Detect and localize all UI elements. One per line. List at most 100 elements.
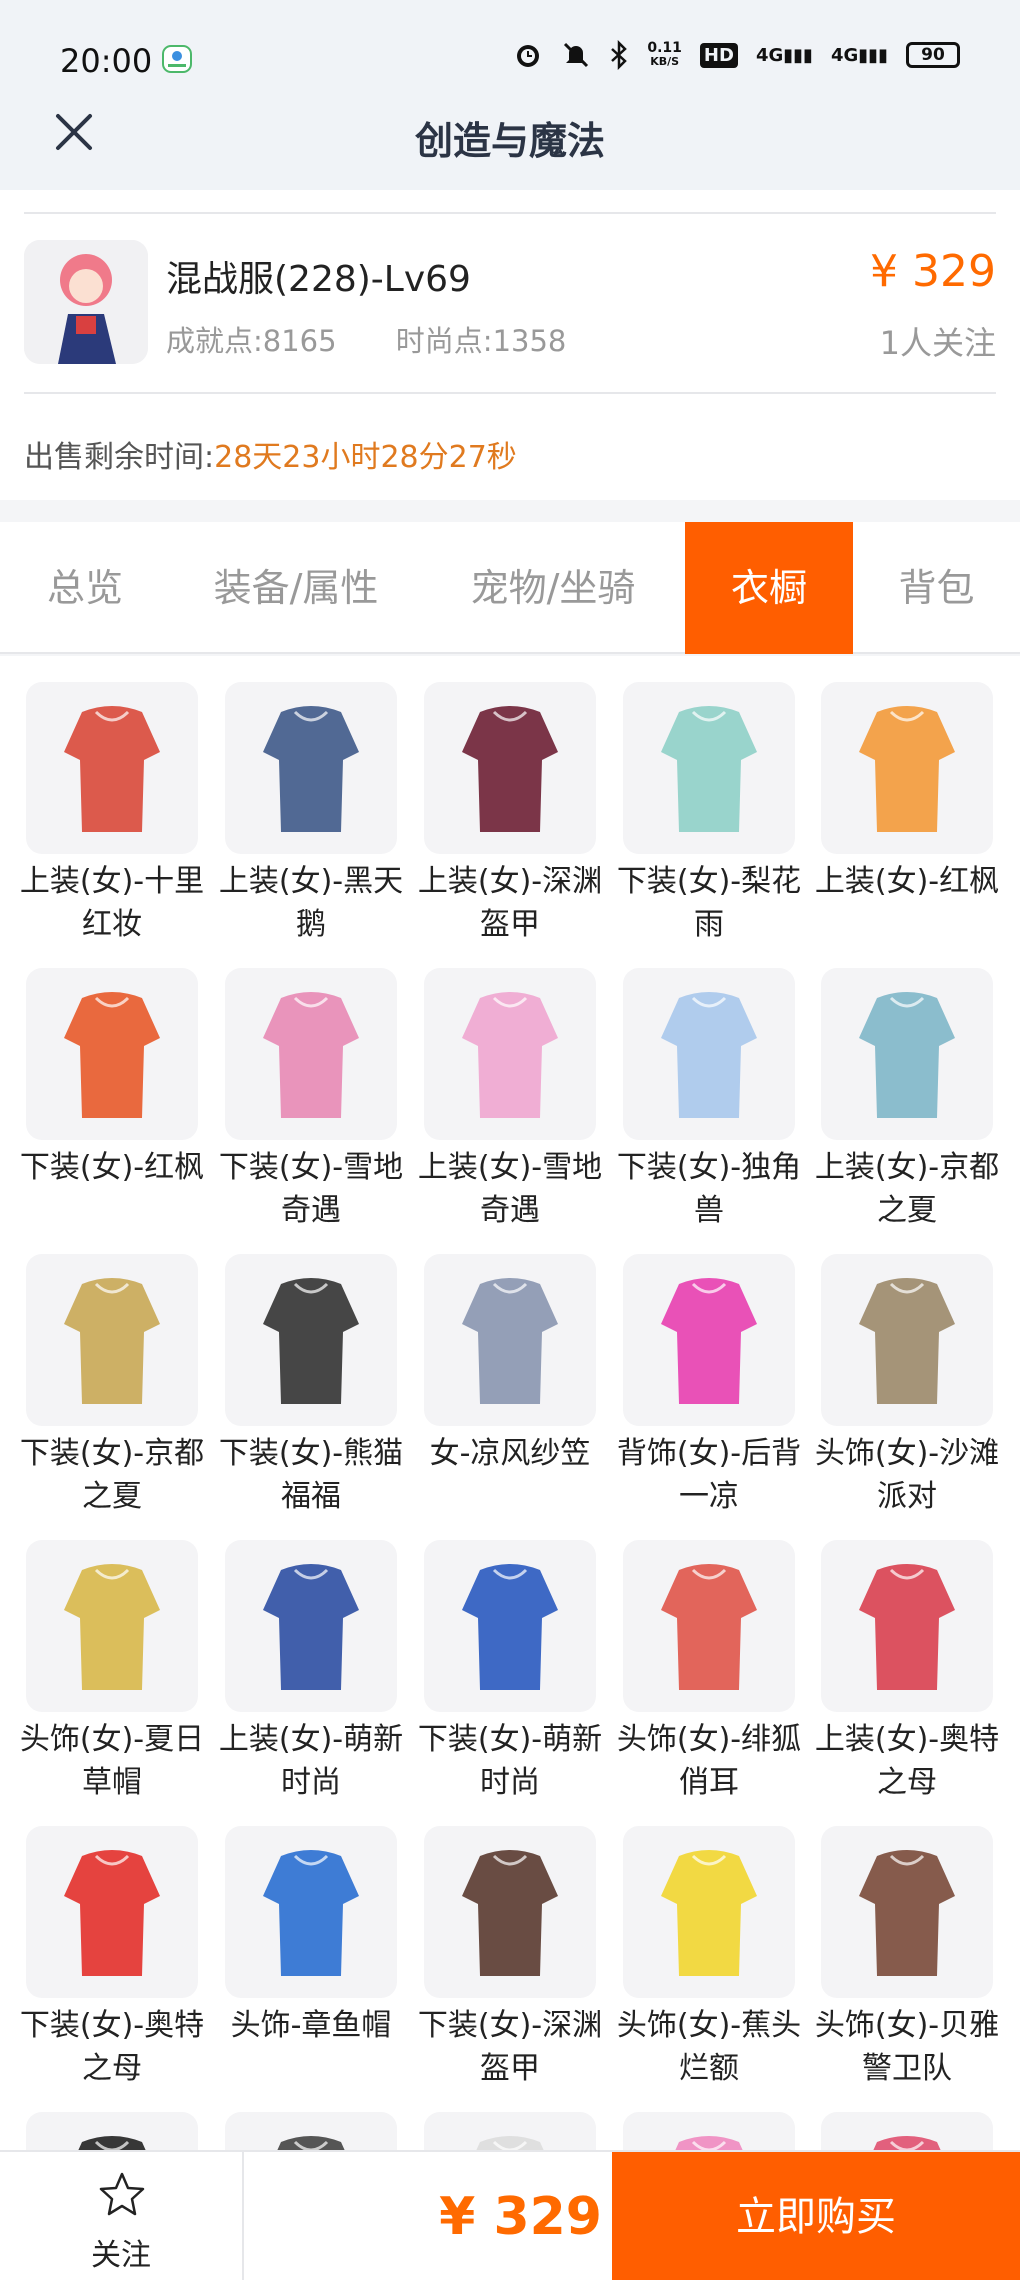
follow-button[interactable]: 关注 (0, 2152, 244, 2280)
wardrobe-grid: 上装(女)-十里红妆 上装(女)-黑天鹅 上装(女)-深渊盔甲 下装(女)-梨花雨 上装… (0, 656, 1020, 2150)
item-image (821, 1540, 993, 1712)
tab-bag[interactable]: 背包 (853, 522, 1020, 654)
item-name: 女-凉风纱笠 (429, 1436, 591, 1471)
item-name: 上装(女)-深渊盔甲 (417, 864, 603, 942)
wardrobe-item[interactable]: 下装(女)-深渊盔甲 (418, 1826, 602, 2090)
item-image (225, 1540, 397, 1712)
wardrobe-item[interactable]: 头饰-章鱼帽 (225, 1826, 397, 2047)
wardrobe-item[interactable]: 下装(女)-京都之夏 (20, 1254, 204, 1518)
item-name: 下装(女)-京都之夏 (19, 1436, 205, 1514)
tab-equipment[interactable]: 装备/属性 (170, 522, 422, 654)
wardrobe-item[interactable]: 下装(女)-熊猫福福 (219, 1254, 403, 1518)
bottom-bar: 关注 ¥ 329 立即购买 (0, 2150, 1020, 2280)
item-image (821, 2112, 993, 2150)
item-image (424, 1540, 596, 1712)
tab-overview[interactable]: 总览 (0, 522, 170, 654)
wardrobe-item[interactable] (623, 2112, 795, 2150)
item-image (424, 1254, 596, 1426)
item-name: 上装(女)-萌新时尚 (218, 1722, 404, 1800)
item-image (225, 682, 397, 854)
achievement-points: 成就点:8165 (166, 324, 337, 358)
wardrobe-item[interactable]: 上装(女)-十里红妆 (20, 682, 204, 946)
app-badge-icon (162, 45, 192, 73)
wardrobe-item[interactable]: 下装(女)-奥特之母 (20, 1826, 204, 2090)
item-name: 下装(女)-奥特之母 (19, 2008, 205, 2086)
wardrobe-item[interactable]: 头饰(女)-贝雅警卫队 (815, 1826, 999, 2090)
item-image (424, 2112, 596, 2150)
wardrobe-item[interactable]: 上装(女)-萌新时尚 (219, 1540, 403, 1804)
sale-remaining: 出售剩余时间:28天23小时28分27秒 (24, 440, 517, 475)
clock: 20:00 (60, 42, 153, 80)
status-bar: 20:00 0.11 KB/S HD 4G▮▮▮ 4G▮▮▮ 90 (0, 0, 1020, 110)
star-icon (99, 2172, 145, 2216)
wardrobe-item[interactable] (821, 2112, 993, 2150)
item-image (623, 682, 795, 854)
item-name: 下装(女)-红枫 (19, 1150, 205, 1185)
item-image (26, 1254, 198, 1426)
page-title: 创造与魔法 (414, 119, 605, 163)
wardrobe-item[interactable]: 下装(女)-梨花雨 (617, 682, 801, 946)
item-image (424, 682, 596, 854)
listing-price: ¥ 329 (870, 246, 996, 297)
item-image (26, 682, 198, 854)
wardrobe-item[interactable] (26, 2112, 198, 2150)
wardrobe-item[interactable] (225, 2112, 397, 2150)
item-image (424, 968, 596, 1140)
battery-icon: 90 (906, 42, 960, 68)
tab-wardrobe[interactable]: 衣橱 (685, 522, 853, 654)
item-image (225, 2112, 397, 2150)
item-name: 上装(女)-京都之夏 (814, 1150, 1000, 1228)
item-image (821, 1826, 993, 1998)
item-name: 下装(女)-梨花雨 (616, 864, 802, 942)
item-name: 头饰(女)-贝雅警卫队 (814, 2008, 1000, 2086)
wardrobe-item[interactable] (424, 2112, 596, 2150)
wardrobe-item[interactable]: 上装(女)-红枫 (815, 682, 999, 903)
wardrobe-item[interactable]: 上装(女)-黑天鹅 (219, 682, 403, 946)
bluetooth-icon (611, 40, 628, 70)
item-name: 头饰(女)-沙滩派对 (814, 1436, 1000, 1514)
item-image (821, 682, 993, 854)
item-image (623, 1826, 795, 1998)
wardrobe-item[interactable]: 下装(女)-独角兽 (617, 968, 801, 1232)
wardrobe-item[interactable]: 女-凉风纱笠 (424, 1254, 596, 1475)
wardrobe-item[interactable]: 下装(女)-萌新时尚 (418, 1540, 602, 1804)
item-image (225, 1826, 397, 1998)
wardrobe-item[interactable]: 背饰(女)-后背一凉 (617, 1254, 801, 1518)
wardrobe-item[interactable]: 下装(女)-红枫 (20, 968, 204, 1189)
item-name: 下装(女)-萌新时尚 (417, 1722, 603, 1800)
item-name: 头饰-章鱼帽 (230, 2008, 392, 2043)
item-image (26, 1826, 198, 1998)
nav-bar: 创造与魔法 (0, 110, 1020, 190)
wardrobe-item[interactable]: 上装(女)-深渊盔甲 (418, 682, 602, 946)
item-image (225, 1254, 397, 1426)
item-image (623, 1540, 795, 1712)
wardrobe-item[interactable]: 头饰(女)-蕉头烂额 (617, 1826, 801, 2090)
wardrobe-item[interactable]: 头饰(女)-绯狐俏耳 (617, 1540, 801, 1804)
item-name: 上装(女)-雪地奇遇 (417, 1150, 603, 1228)
follower-count: 1人关注 (879, 324, 996, 362)
buy-now-button[interactable]: 立即购买 (612, 2152, 1020, 2280)
wardrobe-item[interactable]: 头饰(女)-夏日草帽 (20, 1540, 204, 1804)
wardrobe-item[interactable]: 头饰(女)-沙滩派对 (815, 1254, 999, 1518)
character-avatar (24, 240, 148, 364)
wardrobe-item[interactable]: 下装(女)-雪地奇遇 (219, 968, 403, 1232)
item-name: 下装(女)-雪地奇遇 (218, 1150, 404, 1228)
tab-pets[interactable]: 宠物/坐骑 (428, 522, 678, 654)
wardrobe-item[interactable]: 上装(女)-雪地奇遇 (418, 968, 602, 1232)
item-name: 下装(女)-深渊盔甲 (417, 2008, 603, 2086)
wardrobe-item[interactable]: 上装(女)-京都之夏 (815, 968, 999, 1232)
follow-label: 关注 (91, 2238, 151, 2273)
item-image (821, 1254, 993, 1426)
net-speed: 0.11 KB/S (647, 40, 682, 68)
item-name: 上装(女)-黑天鹅 (218, 864, 404, 942)
sale-countdown: 28天23小时28分27秒 (214, 440, 517, 475)
stats: 成就点:8165 时尚点:1358 (166, 318, 616, 360)
wardrobe-item[interactable]: 上装(女)-奥特之母 (815, 1540, 999, 1804)
item-image (225, 968, 397, 1140)
item-image (623, 2112, 795, 2150)
item-image (26, 2112, 198, 2150)
divider (24, 212, 996, 214)
fashion-points: 时尚点:1358 (395, 324, 567, 358)
item-name: 下装(女)-独角兽 (616, 1150, 802, 1228)
server-name: 混战服(228)-Lv69 (166, 259, 471, 300)
